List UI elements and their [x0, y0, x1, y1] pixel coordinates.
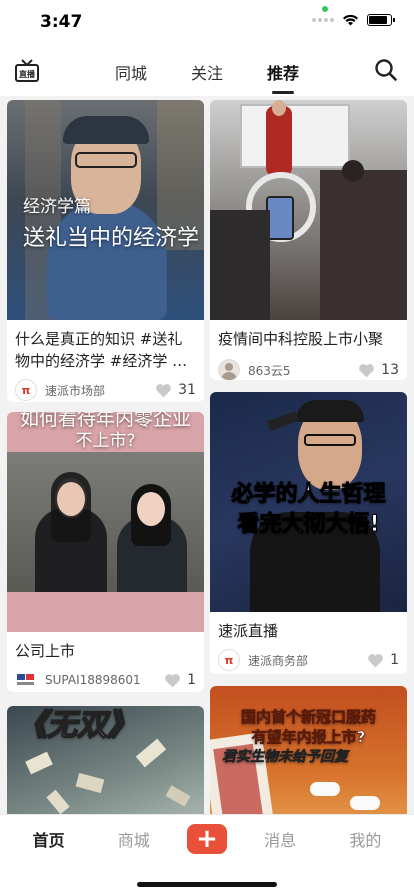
- author-name[interactable]: 速派市场部: [45, 382, 155, 399]
- video-card[interactable]: 《无双》: [7, 706, 204, 814]
- video-card[interactable]: 必学的人生哲理 看完大彻大悟! 速派直播 π 速派商务部 1: [210, 392, 407, 674]
- video-thumbnail[interactable]: 国内首个新冠口服药 有望年内报上市? 君实生物未给予回复: [210, 686, 407, 814]
- like-count: 31: [178, 382, 196, 398]
- avatar[interactable]: [218, 359, 240, 380]
- video-thumbnail[interactable]: 经济学篇 送礼当中的经济学: [7, 100, 204, 320]
- add-button[interactable]: +: [186, 824, 227, 854]
- tab-mall[interactable]: 商城: [102, 827, 166, 851]
- svg-text:π: π: [22, 384, 31, 397]
- thumbnail-title-line-2: 不上市?: [75, 431, 136, 451]
- avatar[interactable]: [15, 669, 37, 691]
- thumbnail-title: 送礼当中的经济学: [23, 226, 200, 251]
- video-card[interactable]: 如何看待年内零企业 不上市? 公司上市 SUPAI18898601 1: [7, 412, 204, 692]
- thumbnail-title: 《无双》: [16, 707, 138, 744]
- bottom-tab-bar: 首页 商城 + 消息 我的: [0, 814, 414, 896]
- like-button[interactable]: 13: [358, 362, 399, 378]
- heart-icon: [156, 383, 172, 397]
- svg-text:π: π: [225, 654, 234, 667]
- heart-icon: [165, 673, 180, 687]
- video-thumbnail[interactable]: 《无双》: [7, 706, 204, 814]
- video-thumbnail[interactable]: 必学的人生哲理 看完大彻大悟!: [210, 392, 407, 612]
- status-time: 3:47: [40, 12, 83, 32]
- card-title[interactable]: 公司上市: [7, 640, 204, 662]
- tab-same-city[interactable]: 同城: [93, 60, 169, 84]
- camera-indicator-dot: [322, 6, 328, 12]
- card-meta: π 速派市场部 31: [7, 378, 204, 402]
- tab-messages[interactable]: 消息: [248, 827, 312, 851]
- thumbnail-subtitle: 经济学篇: [23, 197, 91, 217]
- wifi-icon: [343, 14, 358, 26]
- video-feed[interactable]: 经济学篇 送礼当中的经济学 什么是真正的知识 #送礼物中的经济学 #经济学 #商…: [0, 96, 414, 814]
- search-icon[interactable]: [374, 58, 398, 82]
- like-button[interactable]: 1: [367, 652, 399, 668]
- tab-recommended[interactable]: 推荐: [245, 60, 321, 94]
- signal-icon: [312, 18, 334, 22]
- video-card[interactable]: 疫情间中科控股上市小聚 863云5 13: [210, 100, 407, 380]
- card-meta: SUPAI18898601 1: [7, 668, 204, 692]
- status-bar: 3:47: [0, 0, 414, 48]
- like-button[interactable]: 31: [155, 382, 196, 398]
- like-count: 1: [390, 652, 399, 668]
- thumbnail-title-line-3: 君实生物未给予回复: [222, 749, 349, 766]
- avatar[interactable]: π: [218, 649, 240, 671]
- person-figure: [47, 200, 167, 320]
- author-name[interactable]: 速派商务部: [248, 652, 367, 669]
- tab-home[interactable]: 首页: [17, 827, 81, 851]
- video-thumbnail[interactable]: 如何看待年内零企业 不上市?: [7, 412, 204, 632]
- video-card[interactable]: 国内首个新冠口服药 有望年内报上市? 君实生物未给予回复: [210, 686, 407, 814]
- tab-following[interactable]: 关注: [169, 60, 245, 84]
- author-name[interactable]: SUPAI18898601: [45, 673, 164, 687]
- battery-icon: [367, 14, 395, 26]
- top-nav: 直播 同城 关注 推荐: [0, 48, 414, 96]
- like-button[interactable]: 1: [164, 672, 196, 688]
- tab-mine[interactable]: 我的: [333, 827, 397, 851]
- thumbnail-title-line-1: 国内首个新冠口服药: [240, 708, 377, 727]
- status-icons: [312, 14, 395, 26]
- video-thumbnail[interactable]: [210, 100, 407, 320]
- like-count: 13: [381, 362, 399, 378]
- thumbnail-title-line-1: 必学的人生哲理: [231, 482, 386, 508]
- thumbnail-title-line-2: 有望年内报上市?: [251, 728, 366, 747]
- heart-icon: [368, 653, 383, 667]
- thumbnail-title-line-2: 看完大彻大悟!: [237, 512, 380, 538]
- like-count: 1: [187, 672, 196, 688]
- avatar[interactable]: π: [15, 379, 37, 401]
- card-title[interactable]: 什么是真正的知识 #送礼物中的经济学 #经济学 #商...: [7, 328, 204, 372]
- heart-icon: [359, 363, 375, 377]
- card-title[interactable]: 疫情间中科控股上市小聚: [210, 328, 407, 350]
- card-meta: 863云5 13: [210, 358, 407, 380]
- card-meta: π 速派商务部 1: [210, 648, 407, 672]
- video-card[interactable]: 经济学篇 送礼当中的经济学 什么是真正的知识 #送礼物中的经济学 #经济学 #商…: [7, 100, 204, 402]
- nav-tabs: 同城 关注 推荐: [0, 60, 414, 94]
- author-name[interactable]: 863云5: [248, 362, 358, 379]
- home-indicator[interactable]: [137, 882, 277, 887]
- card-title[interactable]: 速派直播: [210, 620, 407, 642]
